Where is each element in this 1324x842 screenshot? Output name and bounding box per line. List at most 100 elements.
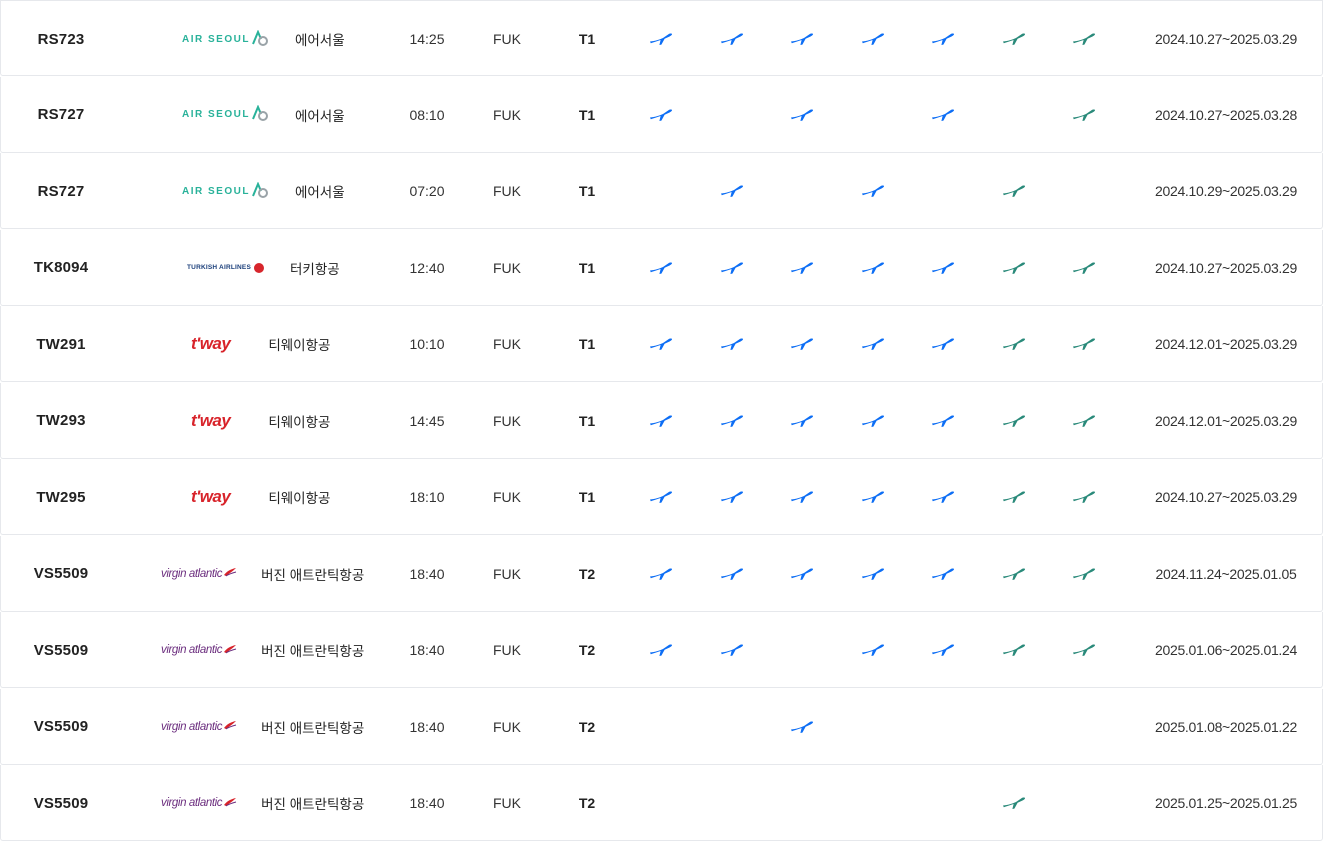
departure-time: 07:20 (409, 183, 445, 199)
empty-day (994, 689, 1034, 765)
plane-icon (994, 536, 1034, 612)
flight-number: RS727 (37, 182, 85, 200)
departure-time: 18:40 (409, 565, 445, 582)
terminal: T1 (578, 412, 596, 429)
table-row[interactable]: TK8094 TURKISH AIRLINES 터키항공 12:40 FUK T1 2024… (0, 229, 1323, 306)
flight-number: TW291 (36, 335, 86, 353)
table-row[interactable]: VS5509 virgin atlantic 버진 애트란틱항공 18:40 FUK T2… (0, 612, 1323, 688)
plane-icon (994, 306, 1034, 382)
empty-day (712, 765, 752, 841)
virgin-atlantic-logo: virgin atlantic (161, 797, 237, 810)
airline-cell: AIR SEOUL 에어서울 (182, 1, 345, 77)
airline-name: 버진 애트란틱항공 (261, 567, 365, 583)
airline-cell: t'way 티웨이항공 (191, 459, 330, 535)
air-seoul-logo: AIR SEOUL (182, 180, 269, 201)
table-row[interactable]: VS5509 virgin atlantic 버진 애트란틱항공 18:40 FUK T2… (0, 535, 1323, 612)
air-seoul-logo: AIR SEOUL (182, 104, 269, 124)
airline-name: 에어서울 (294, 185, 345, 200)
virgin-atlantic-logo: virgin atlantic (161, 644, 237, 657)
virgin-atlantic-logo: virgin atlantic (161, 567, 237, 580)
plane-icon (782, 1, 822, 77)
plane-icon (853, 306, 893, 382)
airline-cell: virgin atlantic 버진 애트란틱항공 (161, 689, 364, 765)
plane-icon (782, 230, 822, 306)
plane-icon (712, 459, 752, 535)
terminal: T2 (578, 795, 596, 811)
airline-name: 버진 애트란틱항공 (261, 720, 365, 736)
turkish-bird-icon (254, 262, 264, 273)
table-row[interactable]: TW295 t'way 티웨이항공 18:10 FUK T1 2024.10.27~2025… (0, 459, 1323, 535)
operating-period: 2025.01.25~2025.01.25 (1154, 795, 1297, 811)
flight-number: VS5509 (33, 641, 89, 659)
airline-cell: AIR SEOUL 에어서울 (182, 153, 345, 229)
terminal: T2 (578, 642, 596, 658)
operating-period: 2024.10.27~2025.03.29 (1154, 489, 1297, 505)
terminal: T2 (578, 718, 596, 735)
plane-icon (994, 459, 1034, 535)
plane-icon (1064, 230, 1104, 306)
airline-cell: virgin atlantic 버진 애트란틱항공 (161, 536, 364, 612)
destination-code: FUK (493, 106, 521, 123)
table-row[interactable]: RS723 AIR SEOUL 에어서울 14:25 FUK T1 2024.10.27~2… (0, 0, 1323, 76)
plane-icon (923, 536, 963, 612)
table-row[interactable]: TW293 t'way 티웨이항공 14:45 FUK T1 2024.12.01~2025… (0, 382, 1323, 459)
table-row[interactable]: RS727 AIR SEOUL 에어서울 08:10 FUK T1 2024.10.27~2… (0, 76, 1323, 153)
terminal: T1 (578, 106, 596, 123)
plane-icon (782, 536, 822, 612)
terminal: T2 (578, 565, 596, 582)
plane-icon (782, 306, 822, 382)
airline-name: 티웨이항공 (268, 338, 331, 353)
empty-day (1064, 765, 1104, 841)
departure-time: 12:40 (409, 259, 445, 276)
empty-day (853, 765, 893, 841)
terminal: T1 (578, 259, 596, 276)
empty-day (923, 689, 963, 765)
plane-icon (923, 383, 963, 459)
airline-name: 버진 애트란틱항공 (261, 797, 365, 812)
plane-icon (641, 306, 681, 382)
plane-icon (994, 153, 1034, 229)
empty-day (712, 689, 752, 765)
table-row[interactable]: RS727 AIR SEOUL 에어서울 07:20 FUK T1 2024.10.29~2… (0, 153, 1323, 229)
airline-name: 버진 애트란틱항공 (261, 644, 365, 659)
virgin-flag-icon (222, 720, 237, 733)
departure-time: 18:10 (409, 489, 445, 505)
logo-text: AIR SEOUL (182, 109, 250, 120)
plane-icon (923, 459, 963, 535)
plane-icon (994, 612, 1034, 688)
destination-code: FUK (493, 183, 521, 199)
empty-day (782, 765, 822, 841)
air-seoul-logo: AIR SEOUL (182, 28, 269, 49)
logo-text: virgin atlantic (161, 720, 223, 733)
plane-icon (994, 230, 1034, 306)
empty-day (782, 153, 822, 229)
table-row[interactable]: TW291 t'way 티웨이항공 10:10 FUK T1 2024.12.01~2025… (0, 306, 1323, 382)
plane-icon (641, 536, 681, 612)
table-row[interactable]: VS5509 virgin atlantic 버진 애트란틱항공 18:40 FUK T2… (0, 765, 1323, 841)
destination-code: FUK (493, 489, 521, 505)
destination-code: FUK (493, 565, 521, 582)
logo-text: virgin atlantic (161, 644, 223, 656)
virgin-flag-icon (222, 644, 237, 657)
air-seoul-mark-icon (250, 28, 269, 49)
table-row[interactable]: VS5509 virgin atlantic 버진 애트란틱항공 18:40 FUK T2… (0, 688, 1323, 765)
empty-day (853, 689, 893, 765)
plane-icon (641, 1, 681, 77)
destination-code: FUK (493, 336, 521, 352)
airline-name: 에어서울 (294, 108, 345, 124)
destination-code: FUK (493, 259, 521, 276)
plane-icon (641, 230, 681, 306)
operating-period: 2024.12.01~2025.03.29 (1154, 412, 1297, 429)
empty-day (641, 689, 681, 765)
air-seoul-mark-icon (250, 104, 269, 124)
empty-day (782, 612, 822, 688)
airline-name: 티웨이항공 (268, 414, 331, 430)
empty-day (923, 765, 963, 841)
plane-icon (1064, 612, 1104, 688)
empty-day (712, 77, 752, 153)
logo-text: AIR SEOUL (182, 185, 250, 197)
plane-icon (712, 383, 752, 459)
plane-icon (853, 612, 893, 688)
flight-number: RS723 (37, 30, 85, 48)
destination-code: FUK (493, 642, 521, 658)
